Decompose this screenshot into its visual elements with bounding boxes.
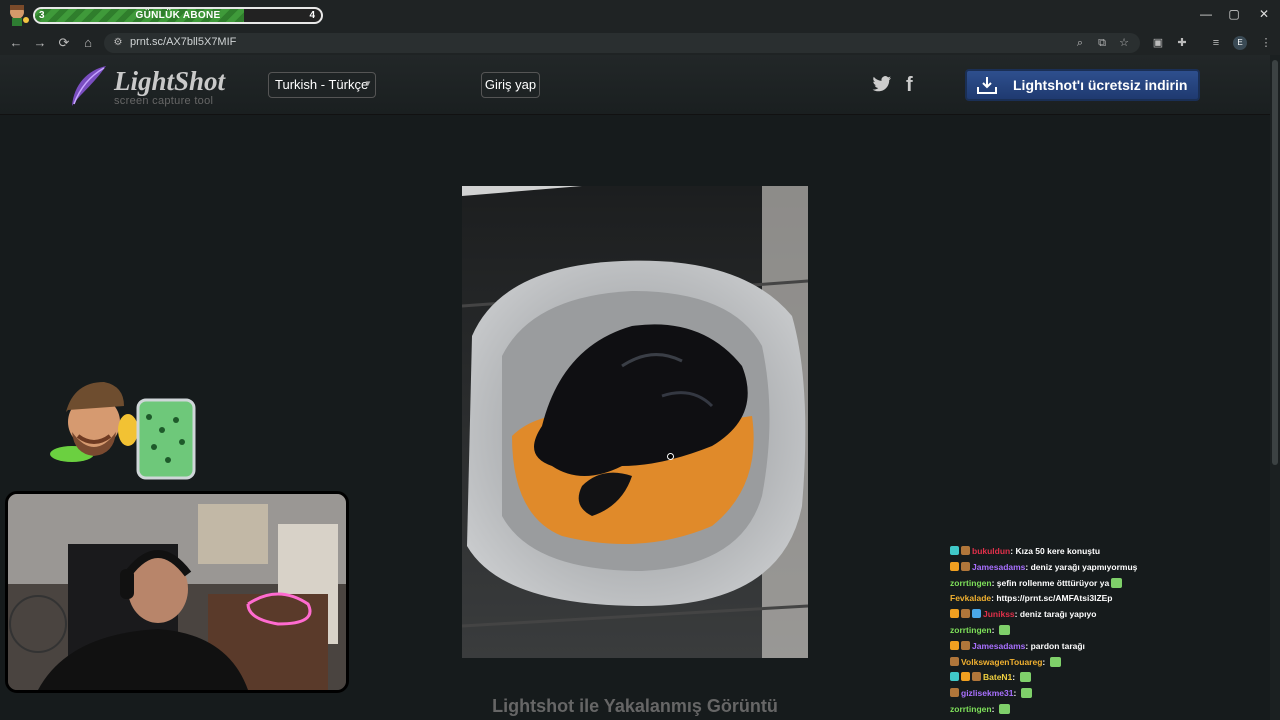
chat-text: pardon tarağı [1030,640,1085,651]
bookmark-star-icon[interactable]: ☆ [1116,35,1132,51]
chat-separator: : [991,624,997,635]
home-icon[interactable]: ⌂ [80,35,96,51]
chat-message: gizlisekme31: [950,686,1260,702]
twitter-icon[interactable] [872,76,892,97]
chat-text: şefin rollenme ötttürüyor ya [996,577,1110,588]
chevron-down-icon: ▼ [364,79,372,88]
chat-username: zorrtingen [950,624,992,635]
chat-username: VolkswagenTouareg [961,656,1043,667]
menu-kebab-icon[interactable]: ⋮ [1258,35,1274,51]
chat-message: Jamesadams: deniz yarağı yapmıyormuş [950,560,1260,576]
extensions-icon[interactable]: ✚ [1174,35,1190,51]
chat-message: bukuldun: Kıza 50 kere konuştu [950,544,1260,560]
chat-badge-icon [950,640,959,650]
chat-username: gizlisekme31 [961,688,1014,699]
chat-emote-icon [998,624,1010,635]
chat-text: Kıza 50 kere konuştu [1015,546,1101,556]
chat-message: BateN1: [950,670,1260,686]
chat-emote-icon [998,703,1010,714]
chat-message: Jamesadams: pardon tarağı [950,639,1260,655]
chat-emote-icon [1019,672,1031,683]
subscriber-goal-bar: 3 GÜNLÜK ABONE 4 [33,7,323,24]
url-text[interactable]: prnt.sc/AX7bll5X7MIF [130,36,236,48]
chat-separator: : [1042,656,1048,667]
address-bar[interactable] [104,33,1140,53]
chat-badge-icon [961,546,970,555]
chat-badge-icon [961,640,970,650]
chat-emote-icon [1020,688,1032,699]
chat-message: zorrtingen: [950,702,1260,718]
chat-badge-icon [961,561,970,571]
streamer-beer-emote-image [44,372,204,487]
chat-text: deniz tarağı yapıyo [1019,609,1097,620]
media-icon[interactable]: ▣ [1150,35,1166,51]
download-button[interactable]: Lightshot'ı ücretsiz indirin [965,69,1200,101]
chat-username: Fevkalade [950,593,992,604]
scrollbar-thumb[interactable] [1272,60,1278,465]
captured-screenshot-image [462,186,808,658]
chat-badge-icon [950,672,959,682]
facebook-icon[interactable]: f [906,74,913,97]
login-button[interactable]: Giriş yap [481,72,540,98]
site-logo-name[interactable]: LightShot [114,66,225,97]
profile-avatar[interactable]: E [1233,36,1247,50]
back-icon[interactable]: ← [8,35,24,51]
chat-emote-icon [1111,577,1123,588]
chat-username: Junikss [983,609,1015,620]
chat-badge-icon [961,609,970,619]
subscriber-goal-target: 4 [309,10,315,21]
chat-badge-icon [950,656,959,666]
chat-badge-icon [950,688,959,698]
chat-badge-icon [950,561,959,571]
chat-username: zorrtingen [950,703,992,714]
zoom-icon[interactable]: ⌕ [1072,35,1088,51]
chat-text: https://prnt.sc/AMFAtsi3lZEp [996,593,1113,604]
subscriber-goal-label: GÜNLÜK ABONE [135,10,221,21]
chat-badge-icon [950,546,959,555]
forward-icon[interactable]: → [32,35,48,51]
download-button-label: Lightshot'ı ücretsiz indirin [1013,77,1188,93]
chat-username: zorrtingen [950,577,992,588]
minimize-button[interactable]: — [1196,6,1216,22]
chat-text: deniz yarağı yapmıyormuş [1030,561,1138,572]
chat-username: Jamesadams [972,640,1026,651]
chat-username: bukuldun [972,546,1011,556]
chat-username: BateN1 [983,672,1013,683]
site-info-icon[interactable]: ⚙ [110,35,126,51]
chat-username: Jamesadams [972,561,1026,572]
chat-badge-icon [972,672,981,682]
chat-badge-icon [972,609,981,619]
webcam-feed [5,491,349,693]
chat-separator: : [991,703,997,714]
close-button[interactable]: ✕ [1254,6,1274,22]
reading-list-icon[interactable]: ≡ [1208,35,1224,51]
site-logo-tagline: screen capture tool [114,95,214,107]
download-tray-icon [976,75,998,104]
language-select[interactable]: Turkish - Türkçe [268,72,376,98]
feather-logo-icon [68,64,110,115]
mouse-cursor [667,453,674,460]
chat-message: VolkswagenTouareg: [950,655,1260,671]
chat-badge-icon [961,672,970,682]
chat-badge-icon [950,609,959,619]
chat-message: Junikss: deniz tarağı yapıyo [950,607,1260,623]
chat-message: Fevkalade: https://prnt.sc/AMFAtsi3lZEp [950,591,1260,607]
maximize-button[interactable]: ▢ [1224,6,1244,22]
chat-message: zorrtingen: [950,623,1260,639]
chat-message: zorrtingen: şefin rollenme ötttürüyor ya [950,576,1260,592]
stream-chat: bukuldun: Kıza 50 kere konuştu Jamesadams… [950,544,1260,718]
chat-separator: : [1013,688,1019,699]
chat-emote-icon [1049,656,1061,667]
chat-separator: : [1012,672,1018,683]
reload-icon[interactable]: ⟳ [56,35,72,51]
image-caption: Lightshot ile Yakalanmış Görüntü [492,696,778,716]
install-app-icon[interactable]: ⧉ [1094,35,1110,51]
streamer-avatar-icon [4,3,30,27]
